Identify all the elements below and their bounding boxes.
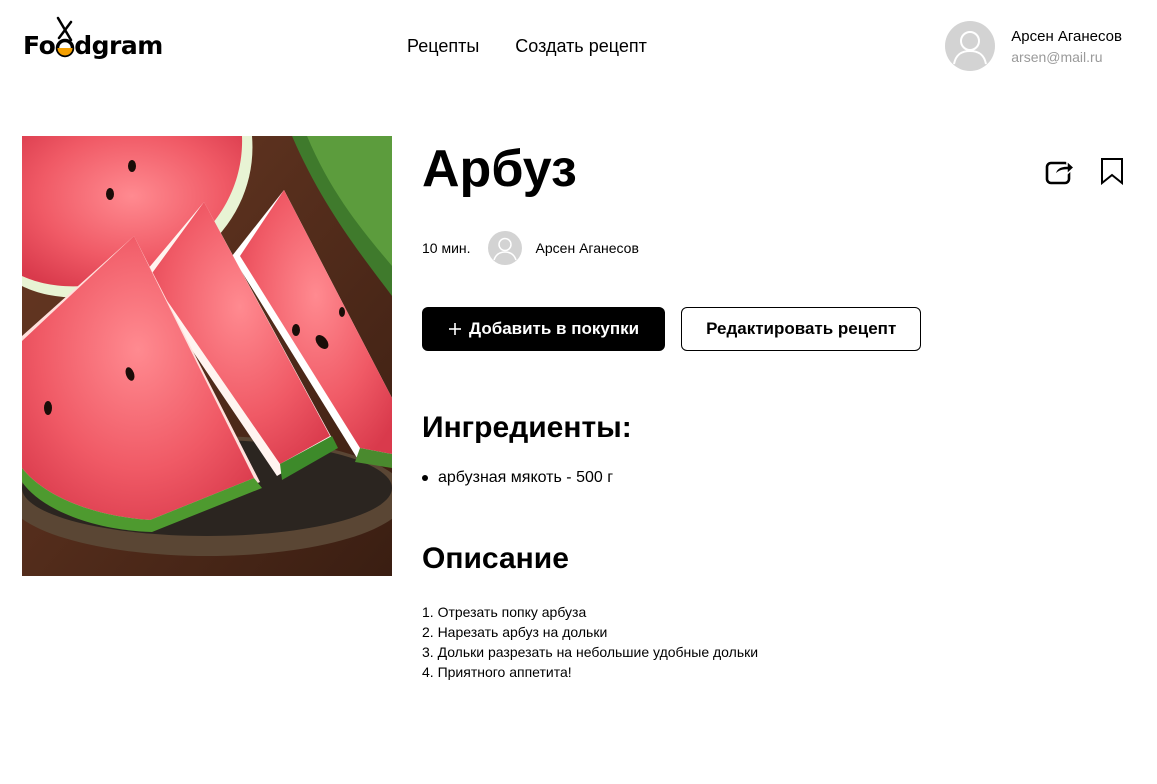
ingredient-list: арбузная мякоть - 500 г <box>422 469 1127 487</box>
site-header: Fo dgram Рецепты Создать рецепт Арсен Ага… <box>0 0 1157 96</box>
description-line: 4. Приятного аппетита! <box>422 664 572 680</box>
user-menu[interactable]: Арсен Аганесов arsen@mail.ru <box>945 21 1122 71</box>
add-to-cart-button[interactable]: Добавить в покупки <box>422 307 666 351</box>
description-line: 1. Отрезать попку арбуза <box>422 604 587 620</box>
share-icon[interactable] <box>1045 156 1075 186</box>
nav-recipes[interactable]: Рецепты <box>407 36 479 57</box>
recipe-details: Арбуз 10 мин. Арсен Аганесов Добавить в … <box>422 136 1127 682</box>
description-line: 3. Дольки разрезать на небольшие удобные… <box>422 644 759 660</box>
ingredients-title: Ингредиенты: <box>422 411 632 444</box>
edit-recipe-button[interactable]: Редактировать рецепт <box>681 307 922 351</box>
cook-time: 10 мин. <box>422 240 471 256</box>
add-to-cart-label: Добавить в покупки <box>469 319 640 338</box>
description-title: Описание <box>422 542 569 575</box>
foodgram-logo[interactable]: Fo dgram <box>23 10 163 60</box>
main-nav: Рецепты Создать рецепт <box>407 36 647 57</box>
recipe-meta: 10 мин. Арсен Аганесов <box>422 230 1127 266</box>
author-avatar-icon[interactable] <box>487 231 522 265</box>
recipe-title: Арбуз <box>422 140 577 198</box>
author-name[interactable]: Арсен Аганесов <box>536 240 639 256</box>
plus-icon <box>449 323 461 335</box>
bullet-icon <box>422 475 428 481</box>
user-name: Арсен Аганесов <box>1011 27 1122 45</box>
description-line: 2. Нарезать арбуз на дольки <box>422 624 608 640</box>
user-email: arsen@mail.ru <box>1011 48 1103 65</box>
ingredient-item: арбузная мякоть - 500 г <box>422 469 1127 487</box>
recipe-image <box>22 136 392 576</box>
user-avatar-icon[interactable] <box>945 21 996 71</box>
nav-create-recipe[interactable]: Создать рецепт <box>515 36 647 57</box>
bookmark-icon[interactable] <box>1097 156 1127 186</box>
description-text: 1. Отрезать попку арбуза 2. Нарезать арб… <box>422 602 1127 682</box>
